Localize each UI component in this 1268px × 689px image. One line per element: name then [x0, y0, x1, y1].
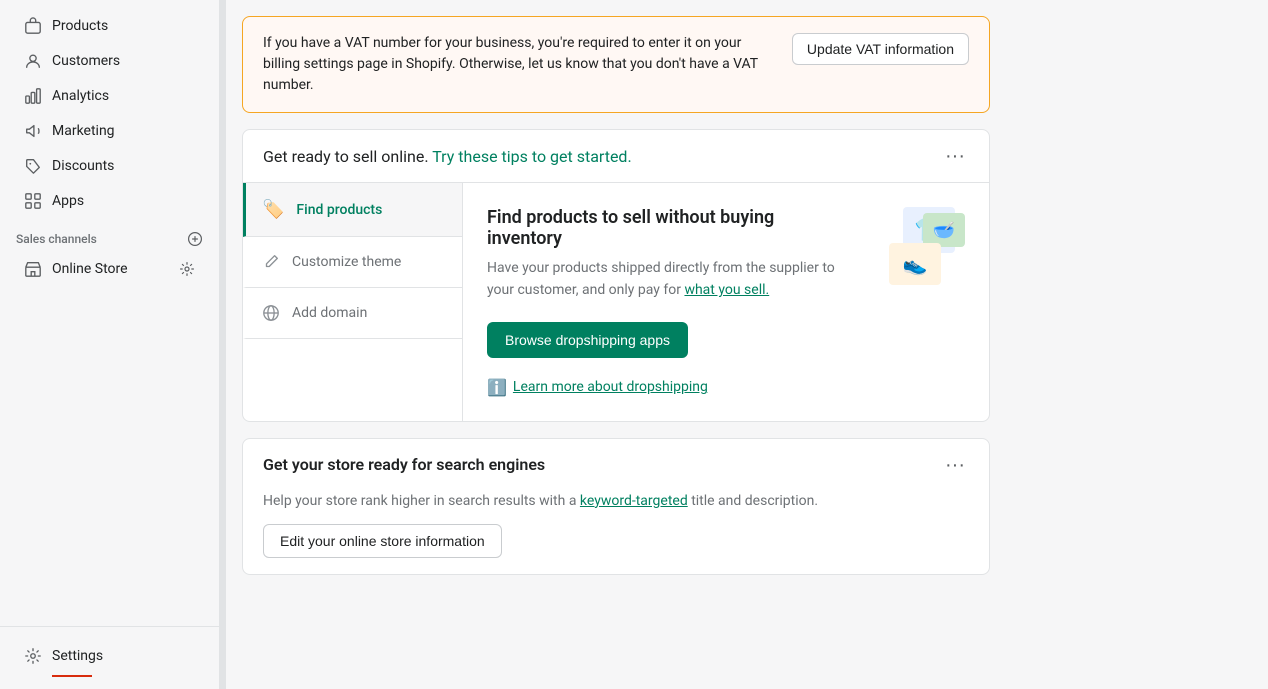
sidebar-item-discounts-label: Discounts — [52, 158, 114, 174]
tip-tab-add-domain[interactable]: Add domain — [243, 288, 462, 339]
sidebar-item-customers-label: Customers — [52, 53, 120, 69]
tips-more-button[interactable]: ··· — [941, 146, 969, 166]
seo-actions: Edit your online store information — [243, 524, 989, 574]
bowl-image: 🥣 — [923, 213, 965, 247]
keyword-link[interactable]: keyword-targeted — [580, 493, 688, 509]
sidebar-item-marketing[interactable]: Marketing — [8, 114, 211, 148]
settings-icon-small[interactable] — [179, 261, 195, 277]
sidebar-item-discounts[interactable]: Discounts — [8, 149, 211, 183]
sidebar-item-apps[interactable]: Apps — [8, 184, 211, 218]
tag-icon — [24, 157, 42, 175]
tips-header: Get ready to sell online. Try these tips… — [243, 130, 989, 183]
customize-theme-label: Customize theme — [292, 254, 401, 270]
seo-title: Get your store ready for search engines — [263, 455, 545, 474]
box-icon — [24, 17, 42, 35]
main-inner: If you have a VAT number for your busine… — [226, 0, 1006, 607]
seo-card: Get your store ready for search engines … — [242, 438, 990, 575]
tip-tab-customize-theme[interactable]: Customize theme — [243, 237, 462, 288]
tips-content: Find products to sell without buying inv… — [463, 183, 989, 421]
online-store-label: Online Store — [52, 261, 169, 277]
tips-tab-sidebar: 🏷️ Find products Customize theme Ad — [243, 183, 463, 421]
add-domain-icon — [262, 304, 280, 322]
add-domain-label: Add domain — [292, 305, 367, 321]
vat-banner: If you have a VAT number for your busine… — [242, 16, 990, 113]
sidebar-item-online-store[interactable]: Online Store — [8, 252, 211, 286]
learn-more-link[interactable]: Learn more about dropshipping — [513, 379, 708, 395]
sidebar-item-analytics-label: Analytics — [52, 88, 109, 104]
megaphone-icon — [24, 122, 42, 140]
sidebar-nav: Products Customers Analytics Marketing D — [0, 0, 219, 626]
tips-card: Get ready to sell online. Try these tips… — [242, 129, 990, 422]
main-content: If you have a VAT number for your busine… — [226, 0, 1268, 689]
settings-label: Settings — [52, 648, 103, 664]
tips-content-inner: Find products to sell without buying inv… — [487, 207, 965, 397]
tips-title: Get ready to sell online. Try these tips… — [263, 147, 632, 166]
add-sales-channel-icon[interactable] — [187, 231, 203, 247]
find-products-label: Find products — [296, 202, 382, 218]
tips-text-block: Find products to sell without buying inv… — [487, 207, 845, 397]
sidebar-item-customers[interactable]: Customers — [8, 44, 211, 78]
sidebar-item-marketing-label: Marketing — [52, 123, 115, 139]
product-illustration: 👕 🥣 👟 — [865, 207, 965, 287]
sidebar-item-products-label: Products — [52, 18, 108, 34]
sidebar-item-products[interactable]: Products — [8, 9, 211, 43]
tips-title-start: Get ready to sell online. — [263, 147, 429, 166]
online-store-actions — [179, 261, 195, 277]
seo-description: Help your store rank higher in search re… — [243, 491, 989, 524]
sidebar-bottom: Settings — [0, 626, 219, 689]
customize-theme-icon — [262, 253, 280, 271]
sales-channels-section: Sales channels — [0, 219, 219, 251]
tip-tab-find-products[interactable]: 🏷️ Find products — [243, 183, 462, 237]
sales-channels-label: Sales channels — [16, 232, 97, 246]
settings-underline — [52, 675, 92, 677]
edit-store-info-button[interactable]: Edit your online store information — [263, 524, 502, 558]
tips-body: 🏷️ Find products Customize theme Ad — [243, 183, 989, 421]
sidebar-item-analytics[interactable]: Analytics — [8, 79, 211, 113]
grid-icon — [24, 192, 42, 210]
sidebar: Products Customers Analytics Marketing D — [0, 0, 220, 689]
tips-title-highlight: Try these tips to get started. — [432, 147, 631, 166]
vat-message: If you have a VAT number for your busine… — [263, 33, 776, 96]
sidebar-item-apps-label: Apps — [52, 193, 84, 209]
sidebar-item-settings[interactable]: Settings — [8, 639, 211, 673]
tips-content-title: Find products to sell without buying inv… — [487, 207, 845, 249]
find-products-icon: 🏷️ — [262, 199, 284, 220]
seo-more-button[interactable]: ··· — [941, 455, 969, 475]
tips-content-desc: Have your products shipped directly from… — [487, 257, 845, 302]
shoe-image: 👟 — [889, 243, 941, 285]
bar-chart-icon — [24, 87, 42, 105]
info-icon: ℹ️ — [487, 378, 507, 397]
learn-more-section: ℹ️ Learn more about dropshipping — [487, 378, 845, 397]
update-vat-button[interactable]: Update VAT information — [792, 33, 969, 65]
store-icon — [24, 260, 42, 278]
gear-icon — [24, 647, 42, 665]
seo-header: Get your store ready for search engines … — [243, 439, 989, 491]
what-you-sell-link[interactable]: what you sell. — [684, 282, 769, 298]
person-icon — [24, 52, 42, 70]
browse-dropshipping-button[interactable]: Browse dropshipping apps — [487, 322, 688, 358]
